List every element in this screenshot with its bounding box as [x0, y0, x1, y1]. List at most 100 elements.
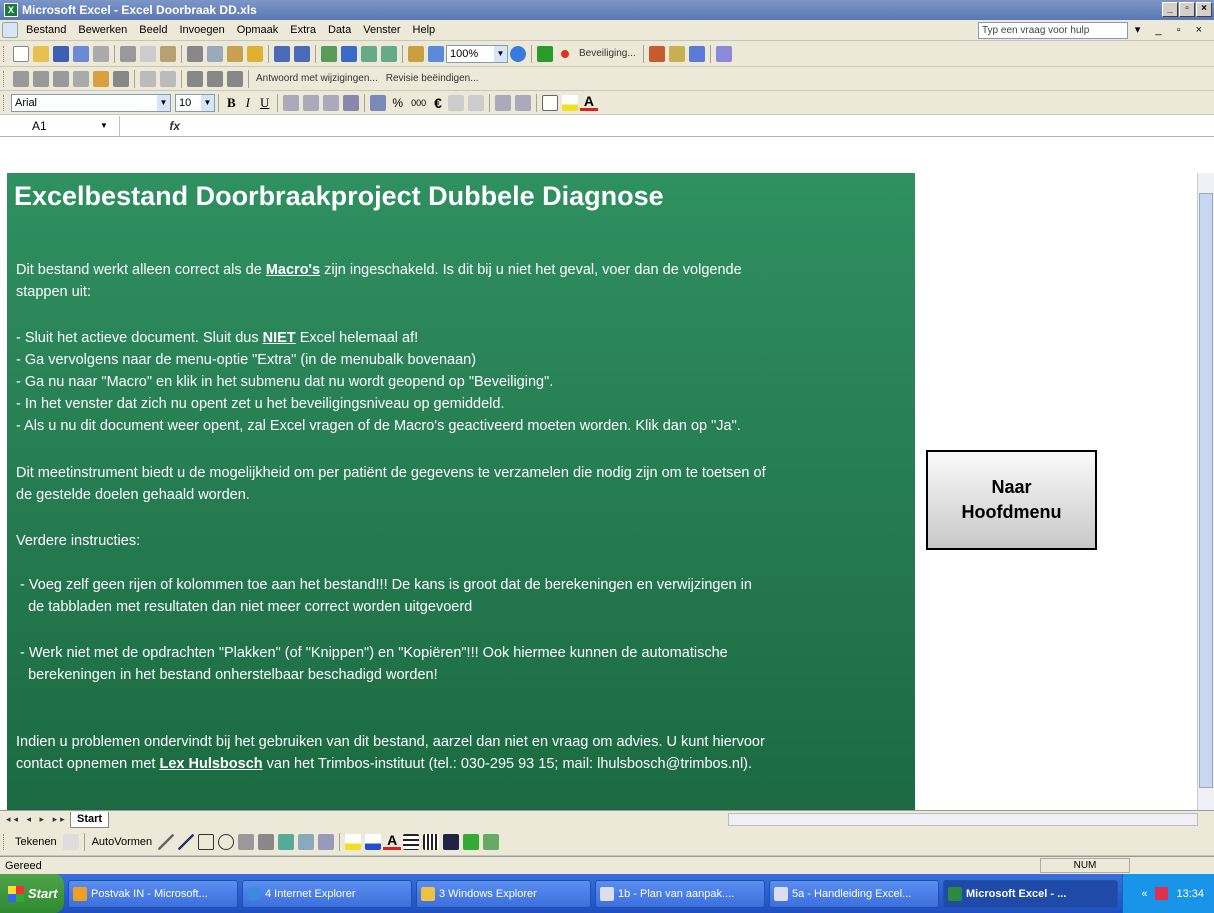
task-internet-explorer[interactable]: 4 Internet Explorer: [242, 879, 412, 908]
dash-style-icon[interactable]: [423, 833, 440, 850]
print-preview-icon[interactable]: [120, 45, 136, 62]
autosum-icon[interactable]: [341, 45, 357, 62]
task-excel[interactable]: Microsoft Excel - ...: [943, 879, 1118, 908]
document-icon[interactable]: [2, 22, 18, 38]
task-windows-explorer[interactable]: 3 Windows Explorer: [416, 879, 591, 908]
menu-bestand[interactable]: Bestand: [20, 24, 72, 36]
align-right-icon[interactable]: [323, 94, 340, 111]
close-button[interactable]: ×: [1196, 2, 1212, 17]
review-icon-7[interactable]: [140, 70, 156, 87]
format-painter-icon[interactable]: [247, 45, 263, 62]
review-icon-10[interactable]: [207, 70, 223, 87]
align-left-icon[interactable]: [283, 94, 300, 111]
underline-button[interactable]: U: [255, 95, 274, 111]
draw-menu[interactable]: Tekenen: [11, 836, 61, 848]
increase-indent-icon[interactable]: [514, 94, 531, 111]
currency-icon[interactable]: [370, 94, 387, 111]
draw-font-color-icon[interactable]: A: [383, 833, 402, 850]
hyperlink-icon[interactable]: [321, 45, 337, 62]
help-icon[interactable]: [510, 45, 526, 62]
open-icon[interactable]: [33, 45, 49, 62]
task-outlook[interactable]: Postvak IN - Microsoft...: [68, 879, 238, 908]
restore-button[interactable]: ▫: [1179, 2, 1195, 17]
picture-icon[interactable]: [318, 833, 335, 850]
decrease-decimal-icon[interactable]: [467, 94, 484, 111]
tray-expand-icon[interactable]: «: [1141, 888, 1147, 900]
help-search-input[interactable]: Typ een vraag voor hulp: [978, 22, 1128, 39]
review-icon-11[interactable]: [227, 70, 243, 87]
wordart-icon[interactable]: [258, 833, 275, 850]
chart-wizard-icon[interactable]: [408, 45, 424, 62]
arrow-style-icon[interactable]: [443, 833, 460, 850]
font-color-icon[interactable]: A: [579, 94, 599, 111]
cut-icon[interactable]: [187, 45, 203, 62]
line-icon[interactable]: [158, 833, 175, 850]
print-icon[interactable]: [93, 45, 109, 62]
start-button[interactable]: Start: [0, 874, 64, 913]
menu-beeld[interactable]: Beeld: [133, 24, 173, 36]
rectangle-icon[interactable]: [198, 833, 215, 850]
end-review-button[interactable]: Revisie beëindigen...: [382, 73, 483, 84]
minimize-button[interactable]: _: [1162, 2, 1178, 17]
textbox-icon[interactable]: [238, 833, 255, 850]
menu-bewerken[interactable]: Bewerken: [72, 24, 133, 36]
3d-icon[interactable]: [483, 833, 500, 850]
research-icon[interactable]: [160, 45, 176, 62]
diagram-icon[interactable]: [278, 833, 295, 850]
vertical-scrollbar[interactable]: [1197, 173, 1214, 810]
horizontal-scrollbar[interactable]: [728, 813, 1198, 826]
review-icon-3[interactable]: [53, 70, 69, 87]
save-icon[interactable]: [53, 45, 69, 62]
review-icon-1[interactable]: [13, 70, 29, 87]
script-editor-icon[interactable]: [715, 45, 732, 62]
shadow-icon[interactable]: [463, 833, 480, 850]
main-menu-button[interactable]: Naar Hoofdmenu: [926, 450, 1097, 550]
zoom-select[interactable]: 100% ▼: [446, 44, 508, 63]
percent-icon[interactable]: %: [388, 96, 407, 110]
review-icon-8[interactable]: [160, 70, 176, 87]
paste-icon[interactable]: [227, 45, 243, 62]
insert-function-icon[interactable]: fx: [120, 119, 180, 133]
menu-data[interactable]: Data: [322, 24, 357, 36]
bold-button[interactable]: B: [222, 95, 241, 111]
line-style-icon[interactable]: [403, 833, 420, 850]
merge-center-icon[interactable]: [343, 94, 360, 111]
reply-with-changes-button[interactable]: Antwoord met wijzigingen...: [252, 73, 382, 84]
menu-extra[interactable]: Extra: [284, 24, 322, 36]
menu-help[interactable]: Help: [407, 24, 442, 36]
review-icon-2[interactable]: [33, 70, 49, 87]
review-icon-6[interactable]: [113, 70, 129, 87]
undo-icon[interactable]: [274, 45, 290, 62]
new-icon[interactable]: [13, 45, 29, 62]
task-word-plan[interactable]: 1b - Plan van aanpak....: [595, 879, 765, 908]
tab-start[interactable]: Start: [70, 811, 110, 828]
design-mode-icon[interactable]: [688, 45, 705, 62]
euro-icon[interactable]: €: [430, 95, 446, 111]
font-select[interactable]: Arial ▼: [11, 93, 171, 112]
align-center-icon[interactable]: [303, 94, 320, 111]
drawing-icon[interactable]: [428, 45, 444, 62]
redo-icon[interactable]: [294, 45, 310, 62]
oval-icon[interactable]: [218, 833, 235, 850]
document-window-controls[interactable]: ▾ _ ▫ ×: [1135, 23, 1208, 36]
fill-color-icon[interactable]: [561, 94, 578, 111]
autoshapes-menu[interactable]: AutoVormen: [88, 836, 157, 848]
menu-venster[interactable]: Venster: [357, 24, 406, 36]
permission-icon[interactable]: [73, 45, 89, 62]
font-size-select[interactable]: 10 ▼: [175, 93, 215, 112]
arrow-icon[interactable]: [178, 833, 195, 850]
record-macro-icon[interactable]: [561, 49, 569, 58]
tab-navigation[interactable]: ◂◂ ◂ ▸ ▸▸: [0, 814, 70, 825]
review-icon-4[interactable]: [73, 70, 89, 87]
security-button[interactable]: Beveiliging...: [575, 48, 640, 59]
draw-fill-color-icon[interactable]: [345, 833, 362, 850]
sort-descending-icon[interactable]: [381, 45, 397, 62]
decrease-indent-icon[interactable]: [494, 94, 511, 111]
spelling-icon[interactable]: [140, 45, 156, 62]
borders-icon[interactable]: [541, 94, 558, 111]
macros-link[interactable]: Macro's: [266, 262, 320, 278]
menu-invoegen[interactable]: Invoegen: [173, 24, 230, 36]
increase-decimal-icon[interactable]: [447, 94, 464, 111]
run-macro-icon[interactable]: [537, 45, 553, 62]
name-box[interactable]: A1 ▼: [0, 115, 120, 136]
